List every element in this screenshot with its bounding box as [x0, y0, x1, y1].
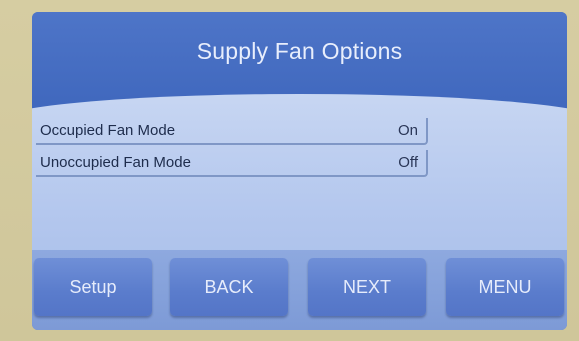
setting-label: Occupied Fan Mode: [40, 122, 176, 139]
setting-label: Unoccupied Fan Mode: [40, 154, 191, 171]
back-button[interactable]: BACK: [170, 258, 288, 316]
setting-value: Off: [398, 154, 418, 171]
menu-button[interactable]: MENU: [446, 258, 564, 316]
page-title: Supply Fan Options: [196, 38, 403, 64]
setting-value: On: [397, 122, 418, 139]
setting-row-unoccupied-fan-mode[interactable]: Unoccupied Fan Mode Off: [36, 150, 428, 177]
next-button[interactable]: NEXT: [308, 258, 426, 316]
setup-button[interactable]: Setup: [34, 258, 152, 316]
setting-row-occupied-fan-mode[interactable]: Occupied Fan Mode On: [36, 118, 428, 145]
thermostat-screen: Supply Fan Options Occupied Fan Mode On …: [32, 12, 567, 330]
